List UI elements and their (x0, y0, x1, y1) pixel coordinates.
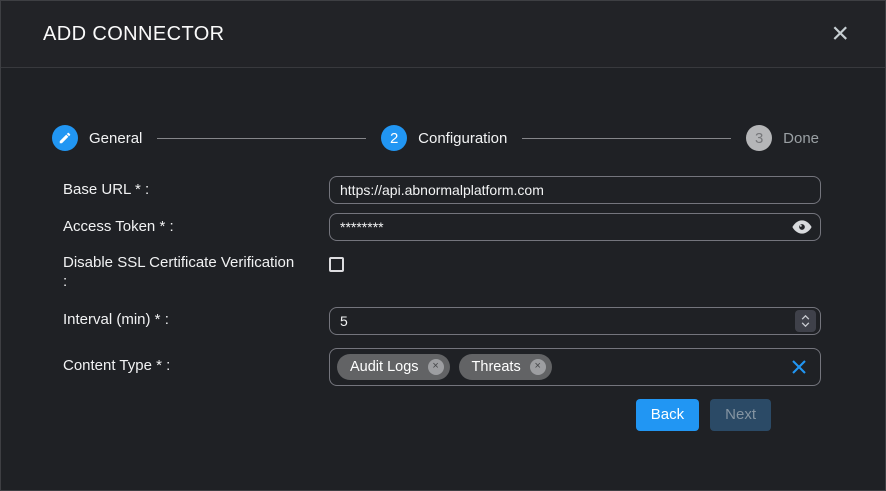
back-button[interactable]: Back (636, 399, 699, 431)
access-token-row: Access Token * : (63, 213, 821, 241)
stepper-connector (157, 138, 366, 139)
content-type-label: Content Type * : (63, 357, 329, 376)
step-done[interactable]: 3 Done (746, 125, 819, 151)
base-url-label: Base URL * : (63, 181, 329, 200)
next-button[interactable]: Next (710, 399, 771, 431)
interval-row: Interval (min) * : (63, 307, 821, 335)
ssl-label: Disable SSL Certificate Verification : (63, 254, 329, 292)
add-connector-modal: ADD CONNECTOR × General 2 Configuration … (0, 0, 886, 491)
wizard-stepper: General 2 Configuration 3 Done (52, 125, 819, 151)
step-configuration[interactable]: 2 Configuration (381, 125, 507, 151)
ssl-checkbox[interactable] (329, 257, 344, 272)
tag-remove-icon[interactable]: × (530, 359, 546, 375)
base-url-row: Base URL * : (63, 176, 821, 204)
stepper-connector (522, 138, 731, 139)
tag-audit-logs: Audit Logs × (337, 354, 450, 380)
ssl-row: Disable SSL Certificate Verification : (63, 254, 821, 292)
tag-threats: Threats × (459, 354, 552, 380)
tag-label: Audit Logs (350, 359, 419, 375)
access-token-label: Access Token * : (63, 218, 329, 237)
step-general[interactable]: General (52, 125, 142, 151)
modal-title: ADD CONNECTOR (43, 23, 225, 46)
connector-form: Base URL * : Access Token * : Disable SS… (63, 176, 821, 431)
base-url-input[interactable] (329, 176, 821, 204)
step-done-circle: 3 (746, 125, 772, 151)
number-stepper[interactable] (795, 310, 816, 332)
content-type-field[interactable]: Audit Logs × Threats × (329, 348, 821, 386)
interval-input[interactable] (329, 307, 821, 335)
step-configuration-circle: 2 (381, 125, 407, 151)
tag-remove-icon[interactable]: × (428, 359, 444, 375)
chevron-up-icon[interactable] (801, 315, 810, 320)
chevron-down-icon[interactable] (801, 322, 810, 327)
access-token-input[interactable] (329, 213, 821, 241)
interval-label: Interval (min) * : (63, 311, 329, 330)
content-type-row: Content Type * : Audit Logs × Threats × (63, 348, 821, 386)
clear-all-icon[interactable] (791, 359, 807, 375)
step-general-circle (52, 125, 78, 151)
close-icon[interactable]: × (831, 21, 849, 47)
pencil-icon (58, 131, 72, 145)
step-general-label: General (89, 130, 142, 147)
step-configuration-label: Configuration (418, 130, 507, 147)
tag-label: Threats (472, 359, 521, 375)
step-done-label: Done (783, 130, 819, 147)
modal-header: ADD CONNECTOR × (1, 1, 885, 68)
eye-icon[interactable] (792, 220, 812, 234)
action-buttons: Back Next (63, 399, 771, 431)
